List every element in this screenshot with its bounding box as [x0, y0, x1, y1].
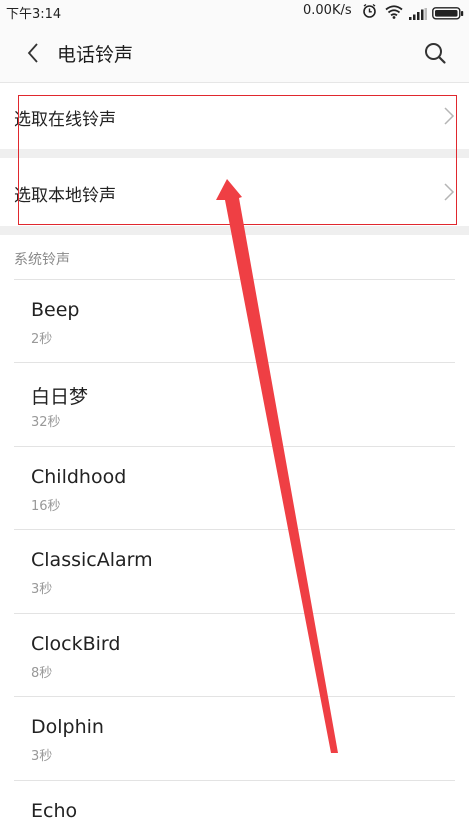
- option-label: 选取本地铃声: [14, 186, 116, 206]
- ringtone-name: 白日梦: [31, 386, 89, 408]
- ringtone-item[interactable]: 白日梦 32秒: [0, 363, 469, 446]
- ringtone-item[interactable]: Beep 2秒: [0, 280, 469, 363]
- ringtone-item[interactable]: Childhood 16秒: [0, 447, 469, 530]
- page-title: 电话铃声: [57, 44, 134, 66]
- status-net-speed: 0.00K/s: [303, 3, 352, 18]
- ringtone-item[interactable]: ClassicAlarm 3秒: [0, 530, 469, 613]
- chevron-right-icon: [443, 105, 455, 127]
- wifi-icon: [385, 4, 403, 23]
- status-time: 下午3:14: [6, 7, 62, 22]
- option-local-ringtone[interactable]: 选取本地铃声: [0, 158, 469, 226]
- signal-icon: [409, 5, 427, 24]
- section-header-system-ringtones: 系统铃声: [14, 252, 70, 268]
- search-icon[interactable]: [423, 41, 447, 65]
- status-bar: 下午3:14 0.00K/s: [0, 0, 469, 24]
- ringtone-item[interactable]: ClockBird 8秒: [0, 614, 469, 697]
- ringtone-item[interactable]: Echo: [0, 781, 469, 840]
- ringtone-duration: 32秒: [31, 415, 61, 430]
- ringtone-name: Echo: [31, 800, 78, 822]
- ringtone-name: ClockBird: [31, 633, 121, 655]
- alarm-icon: [362, 3, 377, 23]
- battery-icon: [432, 5, 464, 24]
- back-chevron-icon[interactable]: [22, 41, 44, 65]
- section-gap: [0, 149, 469, 158]
- ringtone-duration: 3秒: [31, 582, 53, 597]
- option-label: 选取在线铃声: [14, 110, 116, 130]
- ringtone-name: Dolphin: [31, 716, 104, 738]
- page-header: 电话铃声: [0, 24, 469, 83]
- ringtone-duration: 8秒: [31, 666, 53, 681]
- ringtone-item[interactable]: Dolphin 3秒: [0, 697, 469, 780]
- ringtone-duration: 2秒: [31, 332, 53, 347]
- section-gap: [0, 226, 469, 235]
- chevron-right-icon: [443, 181, 455, 203]
- option-online-ringtone[interactable]: 选取在线铃声: [0, 83, 469, 149]
- ringtone-name: Childhood: [31, 466, 127, 488]
- ringtone-name: ClassicAlarm: [31, 549, 153, 571]
- ringtone-duration: 16秒: [31, 499, 61, 514]
- ringtone-duration: 3秒: [31, 749, 53, 764]
- ringtone-name: Beep: [31, 299, 80, 321]
